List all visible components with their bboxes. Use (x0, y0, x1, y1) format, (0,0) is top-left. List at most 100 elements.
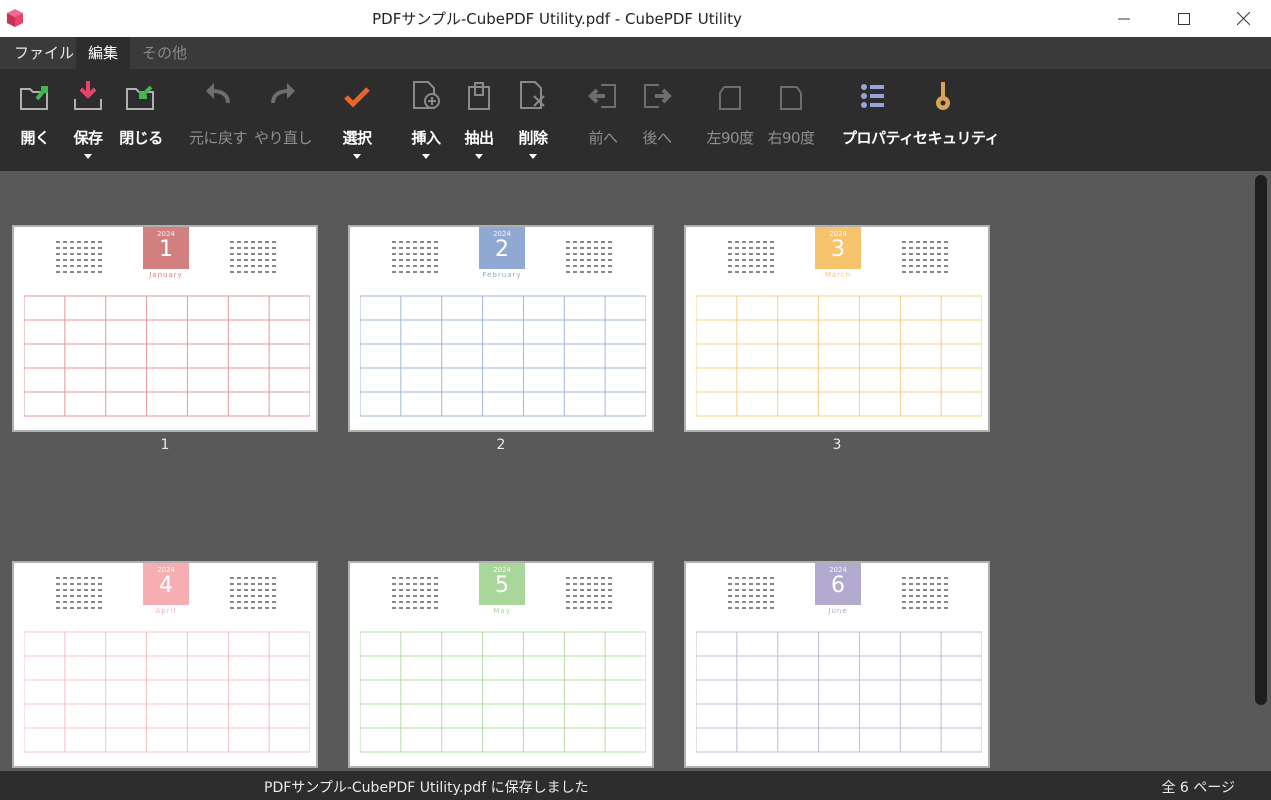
rotate-left-icon (719, 86, 741, 110)
mini-calendar (566, 577, 612, 609)
calendar-grid (360, 295, 646, 417)
rotate-right-icon (780, 86, 802, 110)
open-folder-icon (20, 86, 48, 110)
save-button[interactable]: 保存 (58, 79, 118, 165)
month-number: 3 (831, 237, 845, 262)
month-number-box: 2024 2 (479, 227, 525, 269)
chevron-down-icon (84, 154, 92, 159)
page-number-label: 1 (160, 437, 170, 453)
mini-calendar (902, 241, 948, 273)
move-next-button[interactable]: 後へ (627, 79, 687, 165)
chevron-down-icon (529, 154, 537, 159)
properties-button[interactable]: プロパティ (842, 79, 914, 165)
rotate-left-button[interactable]: 左90度 (700, 79, 760, 165)
month-name: February (482, 271, 522, 279)
year-label: 2024 (829, 230, 847, 238)
tab-other[interactable]: その他 (130, 37, 199, 69)
open-button[interactable]: 開く (5, 79, 65, 165)
year-label: 2024 (157, 230, 175, 238)
mini-calendar (392, 241, 438, 273)
redo-button[interactable]: やり直し (253, 79, 313, 165)
list-icon (861, 84, 884, 108)
undo-icon (206, 83, 230, 104)
insert-page-icon (413, 81, 440, 109)
maximize-icon (1178, 12, 1190, 25)
move-prev-button[interactable]: 前へ (573, 79, 633, 165)
mini-calendar (230, 577, 276, 609)
year-label: 2024 (493, 566, 511, 574)
page-number-label: 3 (832, 437, 842, 453)
title-bar: PDFサンプル-CubePDF Utility.pdf - CubePDF Ut… (0, 0, 1271, 37)
month-name: April (155, 607, 177, 615)
mini-calendar (728, 241, 774, 273)
mini-calendar (56, 577, 102, 609)
save-download-icon (74, 81, 102, 110)
month-name: May (493, 607, 511, 615)
month-name: January (149, 271, 183, 279)
status-bar: PDFサンプル-CubePDF Utility.pdf に保存しました 全 6 … (0, 771, 1271, 800)
month-number: 1 (159, 237, 173, 262)
calendar-grid (24, 295, 310, 417)
close-icon (1236, 12, 1250, 25)
move-right-icon (644, 84, 672, 108)
close-folder-icon (126, 85, 154, 110)
page-thumbnail[interactable]: 2024 5 May (348, 561, 654, 768)
month-number: 2 (495, 237, 509, 262)
year-label: 2024 (157, 566, 175, 574)
mini-calendar (902, 577, 948, 609)
close-window-button[interactable] (1215, 0, 1271, 37)
move-left-icon (588, 84, 616, 108)
mini-calendar (56, 241, 102, 273)
page-thumbnail[interactable]: 2024 1 January (12, 225, 318, 432)
chevron-down-icon (422, 154, 430, 159)
close-file-button[interactable]: 閉じる (111, 79, 171, 165)
mini-calendar (392, 577, 438, 609)
delete-page-icon (520, 81, 545, 109)
month-number: 4 (159, 573, 173, 598)
month-number-box: 2024 4 (143, 563, 189, 605)
select-button[interactable]: 選択 (327, 79, 387, 165)
redo-icon (271, 83, 295, 104)
month-name: June (828, 607, 848, 615)
page-thumbnail[interactable]: 2024 4 April (12, 561, 318, 768)
year-label: 2024 (493, 230, 511, 238)
tab-edit[interactable]: 編集 (76, 37, 131, 69)
month-number: 6 (831, 573, 845, 598)
tab-file[interactable]: ファイル (2, 37, 86, 69)
page-thumbnail[interactable]: 2024 6 June (684, 561, 990, 768)
security-button[interactable]: セキュリティ (913, 79, 1000, 165)
month-number-box: 2024 6 (815, 563, 861, 605)
month-number-box: 2024 5 (479, 563, 525, 605)
minimize-icon (1118, 18, 1130, 19)
month-number-box: 2024 1 (143, 227, 189, 269)
chevron-down-icon (475, 154, 483, 159)
insert-button[interactable]: 挿入 (396, 79, 456, 165)
page-thumbnail[interactable]: 2024 2 February (348, 225, 654, 432)
page-count: 全 6 ページ (1161, 780, 1235, 796)
vertical-scrollbar[interactable] (1255, 175, 1267, 705)
month-number-box: 2024 3 (815, 227, 861, 269)
calendar-grid (360, 631, 646, 753)
mini-calendar (230, 241, 276, 273)
delete-button[interactable]: 削除 (503, 79, 563, 165)
rotate-right-button[interactable]: 右90度 (761, 79, 821, 165)
mini-calendar (566, 241, 612, 273)
status-message: PDFサンプル-CubePDF Utility.pdf に保存しました (264, 780, 589, 796)
extract-page-icon (468, 82, 490, 110)
maximize-button[interactable] (1156, 0, 1212, 37)
extract-button[interactable]: 抽出 (449, 79, 509, 165)
page-thumbnail[interactable]: 2024 3 March (684, 225, 990, 432)
month-number: 5 (495, 573, 509, 598)
key-icon (936, 82, 950, 110)
window-title: PDFサンプル-CubePDF Utility.pdf - CubePDF Ut… (372, 10, 742, 28)
calendar-grid (696, 631, 982, 753)
year-label: 2024 (829, 566, 847, 574)
mini-calendar (728, 577, 774, 609)
undo-button[interactable]: 元に戻す (188, 79, 248, 165)
minimize-button[interactable] (1096, 0, 1152, 37)
checkmark-icon (344, 87, 370, 108)
chevron-down-icon (353, 154, 361, 159)
toolbar: 開く 保存 閉じる 元に戻す やり直し 選択 挿入 抽出 削除 前へ 後へ 左9… (0, 69, 1271, 171)
page-number-label: 2 (496, 437, 506, 453)
month-name: March (824, 271, 852, 279)
